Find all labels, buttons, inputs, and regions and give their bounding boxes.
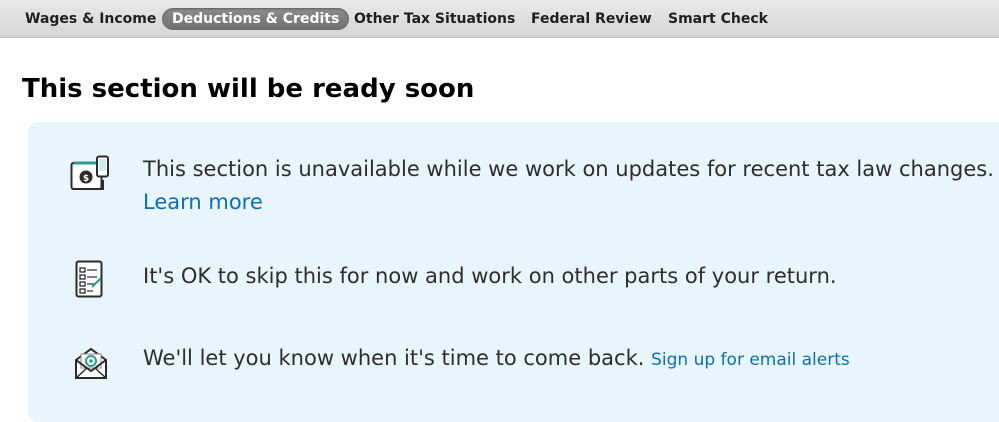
- tab-other-tax-situations[interactable]: Other Tax Situations: [354, 8, 515, 30]
- svg-text:$: $: [83, 174, 89, 184]
- email-alerts-link[interactable]: Sign up for email alerts: [651, 350, 850, 370]
- tab-federal-review[interactable]: Federal Review: [531, 8, 652, 30]
- tax-money-device-icon: $: [70, 155, 112, 199]
- learn-more-link[interactable]: Learn more: [143, 190, 263, 214]
- tab-smart-check[interactable]: Smart Check: [668, 8, 768, 30]
- email-envelope-icon: [74, 346, 108, 384]
- checklist-icon: [75, 260, 105, 304]
- unavailable-message: This section is unavailable while we wor…: [143, 157, 994, 181]
- notify-message-text: We'll let you know when it's time to com…: [143, 346, 645, 370]
- tab-deductions-credits[interactable]: Deductions & Credits: [162, 8, 350, 30]
- page-title: This section will be ready soon: [22, 74, 475, 104]
- section-tab-bar: Wages & Income Deductions & Credits Othe…: [0, 0, 999, 38]
- skip-message: It's OK to skip this for now and work on…: [143, 264, 837, 288]
- tab-wages-income[interactable]: Wages & Income: [25, 8, 156, 30]
- notify-message: We'll let you know when it's time to com…: [143, 346, 850, 370]
